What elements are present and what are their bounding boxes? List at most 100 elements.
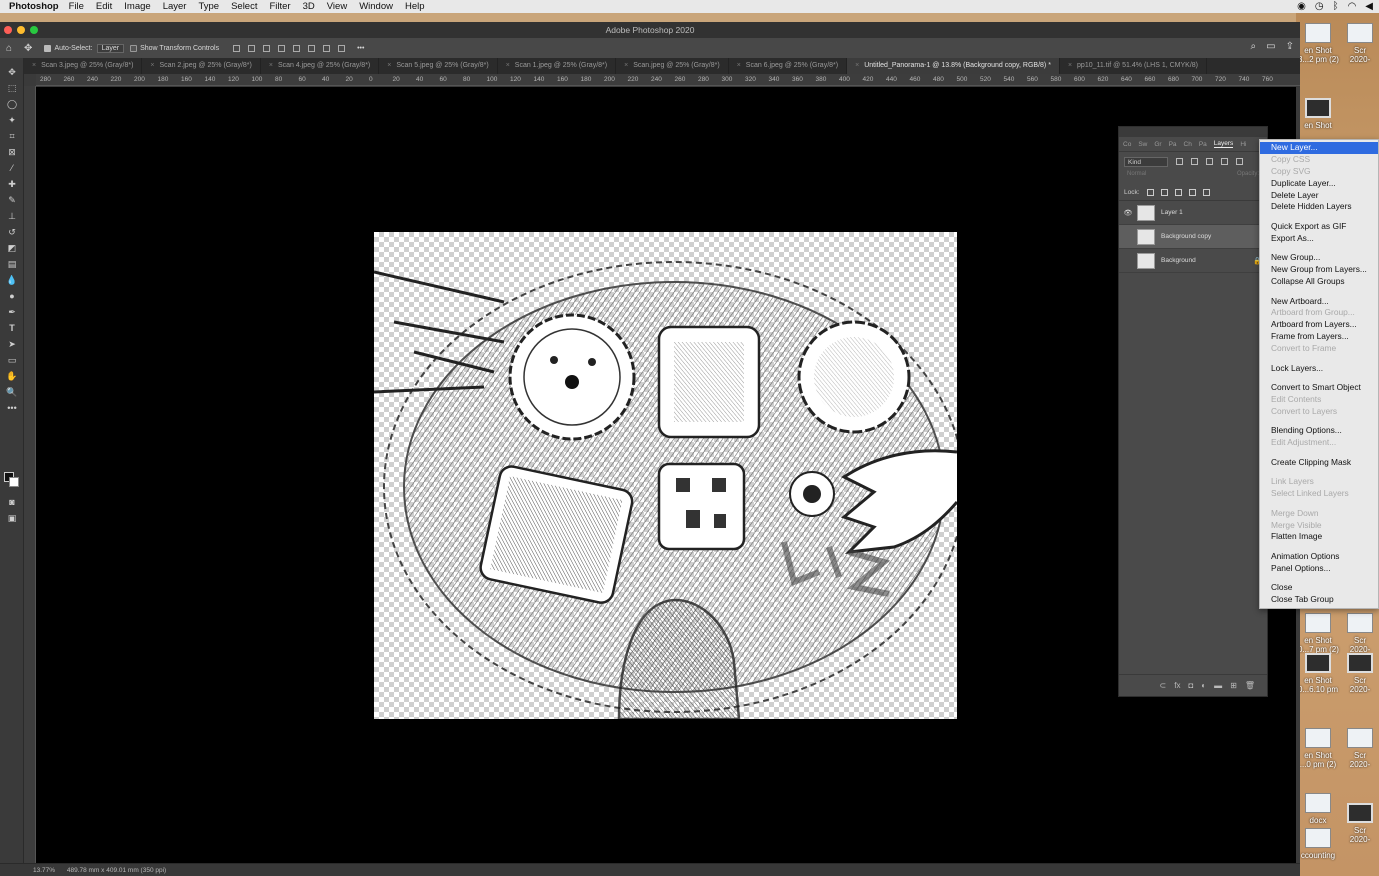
move-tool-icon[interactable]: ✥ (24, 43, 32, 54)
screen-mode-icon[interactable]: ▣ (0, 510, 24, 526)
document-tab[interactable]: × Untitled_Panorama-1 @ 13.8% (Background… (847, 58, 1060, 74)
zoom-tool-icon[interactable]: 🔍 (0, 384, 24, 400)
menu-item-close[interactable]: Close (1260, 582, 1378, 594)
desktop-file-icon[interactable]: en Shot ...0 pm (2) (1298, 728, 1338, 769)
panel-tab[interactable]: Hi (1240, 141, 1246, 148)
lock-all-icon[interactable] (1202, 189, 1210, 196)
desktop-file-icon[interactable]: en Shot (1298, 98, 1338, 130)
filter-shape-icon[interactable] (1221, 158, 1228, 165)
close-tab-icon[interactable]: × (506, 62, 510, 69)
align-right-icon[interactable] (263, 44, 271, 52)
menu-item-panel-options[interactable]: Panel Options... (1260, 563, 1378, 575)
menu-item-flatten-image[interactable]: Flatten Image (1260, 531, 1378, 543)
canvas-area[interactable] (36, 87, 1296, 863)
more-tools-icon[interactable]: ••• (0, 400, 24, 416)
lock-image-icon[interactable] (1160, 189, 1168, 196)
auto-select-target-dropdown[interactable]: Layer (96, 43, 125, 53)
desktop-file-icon[interactable]: Scr 2020- (1340, 613, 1379, 654)
menu-3d[interactable]: 3D (303, 1, 315, 12)
panel-header[interactable] (1119, 127, 1267, 137)
brush-tool-icon[interactable]: ✎ (0, 192, 24, 208)
rectangle-tool-icon[interactable]: ▭ (0, 352, 24, 368)
eyedropper-tool-icon[interactable]: ⁄ (0, 160, 24, 176)
auto-select-checkbox[interactable] (44, 44, 52, 52)
menu-window[interactable]: Window (359, 1, 393, 12)
more-options-button[interactable]: ••• (357, 45, 364, 52)
dodge-tool-icon[interactable]: ● (0, 288, 24, 304)
magic-wand-tool-icon[interactable]: ✦ (0, 112, 24, 128)
blend-mode-dropdown[interactable]: Normal (1127, 171, 1146, 185)
volume-icon[interactable]: ◀ (1365, 1, 1373, 12)
desktop-file-icon[interactable]: Scr 2020- (1340, 728, 1379, 769)
type-tool-icon[interactable]: T (0, 320, 24, 336)
close-window-button[interactable] (4, 26, 12, 34)
menu-item-animation-options[interactable]: Animation Options (1260, 551, 1378, 563)
desktop-file-icon[interactable]: docx (1298, 793, 1338, 825)
workspace-icon[interactable]: ▭ (1266, 41, 1275, 52)
zoom-level[interactable]: 13.77% (33, 867, 55, 874)
desktop-file-icon[interactable]: en Shot 3...2 pm (2) (1298, 23, 1339, 64)
filter-smart-icon[interactable] (1236, 158, 1243, 165)
close-tab-icon[interactable]: × (1068, 62, 1072, 69)
document-tab[interactable]: × pp10_11.tif @ 51.4% (LHS 1, CMYK/8) (1060, 58, 1208, 74)
desktop-file-icon[interactable]: Scr 2020- (1340, 803, 1379, 844)
menu-item-new-layer[interactable]: New Layer... (1260, 142, 1378, 154)
path-selection-tool-icon[interactable]: ➤ (0, 336, 24, 352)
menu-edit[interactable]: Edit (96, 1, 112, 12)
menu-item-close-tab-group[interactable]: Close Tab Group (1260, 594, 1378, 606)
app-menu[interactable]: Photoshop (9, 1, 59, 12)
lock-artboard-icon[interactable] (1188, 189, 1196, 196)
filter-adjustment-icon[interactable] (1191, 158, 1198, 165)
panel-tab[interactable]: Co (1123, 141, 1131, 148)
menu-item-delete-hidden-layers[interactable]: Delete Hidden Layers (1260, 201, 1378, 213)
background-color-swatch[interactable] (9, 477, 19, 487)
transform-controls-checkbox[interactable] (130, 44, 138, 52)
marquee-tool-icon[interactable]: ⬚ (0, 80, 24, 96)
menu-item-artboard-from-layers[interactable]: Artboard from Layers... (1260, 319, 1378, 331)
move-tool-icon[interactable]: ✥ (0, 64, 24, 80)
desktop-file-icon[interactable]: Scr 2020- (1340, 23, 1379, 64)
search-icon[interactable]: ⌕ (1251, 41, 1257, 52)
layer-row[interactable]: Background 🔒 (1119, 249, 1267, 273)
pen-tool-icon[interactable]: ✒ (0, 304, 24, 320)
menu-item-export-as[interactable]: Export As... (1260, 233, 1378, 245)
menu-select[interactable]: Select (231, 1, 257, 12)
home-icon[interactable]: ⌂ (6, 43, 12, 54)
share-icon[interactable]: ⇪ (1286, 41, 1294, 52)
desktop-file-icon[interactable]: en Shot 0...7 pm (2) (1298, 613, 1339, 654)
panel-tab[interactable]: Sw (1138, 141, 1147, 148)
eraser-tool-icon[interactable]: ◩ (0, 240, 24, 256)
desktop-file-icon[interactable]: Scr 2020- (1340, 653, 1379, 694)
filter-kind-dropdown[interactable]: Kind (1124, 156, 1168, 167)
menu-item-new-group-from-layers[interactable]: New Group from Layers... (1260, 264, 1378, 276)
menu-item-quick-export-as-gif[interactable]: Quick Export as GIF (1260, 221, 1378, 233)
visibility-eye-icon[interactable]: 👁 (1119, 209, 1137, 217)
document-tab[interactable]: × Scan 1.jpeg @ 25% (Gray/8*) (498, 58, 617, 74)
close-tab-icon[interactable]: × (32, 62, 36, 69)
menu-filter[interactable]: Filter (269, 1, 290, 12)
filter-pixel-icon[interactable] (1176, 158, 1183, 165)
desktop-file-icon[interactable]: ccounting (1298, 828, 1338, 860)
menu-item-frame-from-layers[interactable]: Frame from Layers... (1260, 331, 1378, 343)
distribute-icon[interactable] (278, 44, 286, 52)
document-tab[interactable]: × Scan 4.jpeg @ 25% (Gray/8*) (261, 58, 380, 74)
panel-tab[interactable]: Pa (1169, 141, 1177, 148)
layer-row[interactable]: Background copy (1119, 225, 1267, 249)
panel-tab[interactable]: Gr (1154, 141, 1161, 148)
menu-layer[interactable]: Layer (163, 1, 187, 12)
menu-item-duplicate-layer[interactable]: Duplicate Layer... (1260, 178, 1378, 190)
trash-icon[interactable]: 🗑 (1245, 681, 1255, 690)
menu-help[interactable]: Help (405, 1, 425, 12)
mask-icon[interactable]: ◘ (1188, 681, 1193, 690)
menu-item-create-clipping-mask[interactable]: Create Clipping Mask (1260, 457, 1378, 469)
menu-item-delete-layer[interactable]: Delete Layer (1260, 190, 1378, 202)
menu-item-collapse-all-groups[interactable]: Collapse All Groups (1260, 276, 1378, 288)
document-tab[interactable]: × Scan.jpeg @ 25% (Gray/8*) (616, 58, 729, 74)
menu-view[interactable]: View (327, 1, 347, 12)
desktop-file-icon[interactable]: en Shot 0...6.10 pm (1298, 653, 1338, 694)
align-top-icon[interactable] (293, 44, 301, 52)
clone-stamp-tool-icon[interactable]: ⊥ (0, 208, 24, 224)
document-canvas[interactable] (374, 232, 957, 719)
menu-image[interactable]: Image (124, 1, 150, 12)
document-tab[interactable]: × Scan 6.jpeg @ 25% (Gray/8*) (729, 58, 848, 74)
